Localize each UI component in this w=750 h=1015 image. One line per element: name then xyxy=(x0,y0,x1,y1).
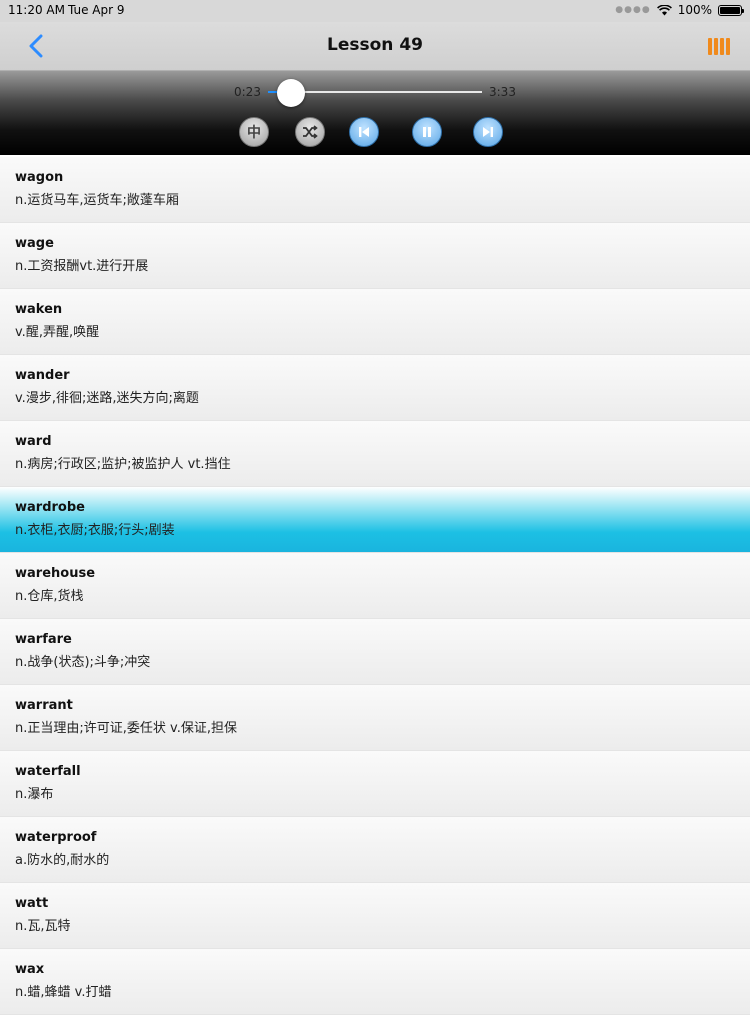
skip-next-icon xyxy=(483,127,493,137)
word-term: ward xyxy=(15,434,52,449)
word-list-item[interactable]: waken v.醒,弄醒,唤醒 xyxy=(0,289,750,355)
status-bar: 11:20 AM Tue Apr 9 ●●●● 100% xyxy=(0,0,750,22)
word-list-item[interactable]: waterproof a.防水的,耐水的 xyxy=(0,817,750,883)
word-definition: n.瀑布 xyxy=(15,787,54,802)
word-term: wander xyxy=(15,368,70,383)
word-definition: n.运货马车,运货车;敞蓬车厢 xyxy=(15,193,179,208)
pause-icon xyxy=(423,127,431,137)
skip-previous-icon xyxy=(359,127,369,137)
word-term: wagon xyxy=(15,170,64,185)
word-term: warehouse xyxy=(15,566,96,581)
shuffle-button[interactable] xyxy=(295,117,325,147)
word-term: warfare xyxy=(15,632,72,647)
battery-icon xyxy=(718,4,744,16)
audio-player: 0:23 3:33 中 xyxy=(0,71,750,157)
word-term: wage xyxy=(15,236,54,251)
chinese-toggle-label: 中 xyxy=(247,125,261,141)
wifi-icon xyxy=(656,4,672,15)
word-list-item[interactable]: wagon n.运货马车,运货车;敞蓬车厢 xyxy=(0,157,750,223)
word-definition: n.蜡,蜂蜡 v.打蜡 xyxy=(15,985,112,1000)
progress-slider-thumb[interactable] xyxy=(277,79,306,107)
word-term: wardrobe xyxy=(15,500,85,515)
status-date: Tue Apr 9 xyxy=(68,3,125,17)
current-time: 0:23 xyxy=(234,85,261,99)
status-time: 11:20 AM xyxy=(8,3,65,17)
word-term: waken xyxy=(15,302,63,317)
navigation-bar: Lesson 49 xyxy=(0,22,750,71)
word-term: waterproof xyxy=(15,830,97,845)
word-definition: n.正当理由;许可证,委任状 v.保证,担保 xyxy=(15,721,237,736)
shuffle-icon xyxy=(303,125,318,139)
signal-dots-icon: ●●●● xyxy=(615,5,651,15)
status-right: ●●●● 100% xyxy=(615,3,744,17)
word-list-item[interactable]: wax n.蜡,蜂蜡 v.打蜡 xyxy=(0,949,750,1015)
word-definition: n.工资报酬vt.进行开展 xyxy=(15,259,149,274)
page-title: Lesson 49 xyxy=(327,35,423,55)
word-list-item[interactable]: warfare n.战争(状态);斗争;冲突 xyxy=(0,619,750,685)
word-term: watt xyxy=(15,896,49,911)
word-list-item[interactable]: warehouse n.仓库,货栈 xyxy=(0,553,750,619)
word-list: wagon n.运货马车,运货车;敞蓬车厢 wage n.工资报酬vt.进行开展 wak… xyxy=(0,157,750,1015)
word-definition: a.防水的,耐水的 xyxy=(15,853,110,868)
word-list-item[interactable]: ward n.病房;行政区;监护;被监护人 vt.挡住 xyxy=(0,421,750,487)
vertical-bars-icon[interactable] xyxy=(708,38,730,55)
battery-percent: 100% xyxy=(677,3,712,17)
word-definition: n.仓库,货栈 xyxy=(15,589,84,604)
word-list-item[interactable]: warrant n.正当理由;许可证,委任状 v.保证,担保 xyxy=(0,685,750,751)
word-term: wax xyxy=(15,962,45,977)
word-definition: n.瓦,瓦特 xyxy=(15,919,71,934)
word-list-item[interactable]: waterfall n.瀑布 xyxy=(0,751,750,817)
previous-button[interactable] xyxy=(349,117,379,147)
word-definition: v.漫步,徘徊;迷路,迷失方向;离题 xyxy=(15,391,199,406)
word-list-item[interactable]: wardrobe n.衣柜,衣厨;衣服;行头;剧装 xyxy=(0,487,750,553)
word-definition: n.病房;行政区;监护;被监护人 vt.挡住 xyxy=(15,457,231,472)
word-definition: v.醒,弄醒,唤醒 xyxy=(15,325,100,340)
word-definition: n.战争(状态);斗争;冲突 xyxy=(15,655,151,670)
word-term: warrant xyxy=(15,698,73,713)
word-term: waterfall xyxy=(15,764,81,779)
word-list-item[interactable]: wander v.漫步,徘徊;迷路,迷失方向;离题 xyxy=(0,355,750,421)
chinese-toggle-button[interactable]: 中 xyxy=(239,117,269,147)
total-time: 3:33 xyxy=(489,85,516,99)
pause-button[interactable] xyxy=(412,117,442,147)
word-definition: n.衣柜,衣厨;衣服;行头;剧装 xyxy=(15,523,175,538)
next-button[interactable] xyxy=(473,117,503,147)
word-list-item[interactable]: watt n.瓦,瓦特 xyxy=(0,883,750,949)
word-list-item[interactable]: wage n.工资报酬vt.进行开展 xyxy=(0,223,750,289)
